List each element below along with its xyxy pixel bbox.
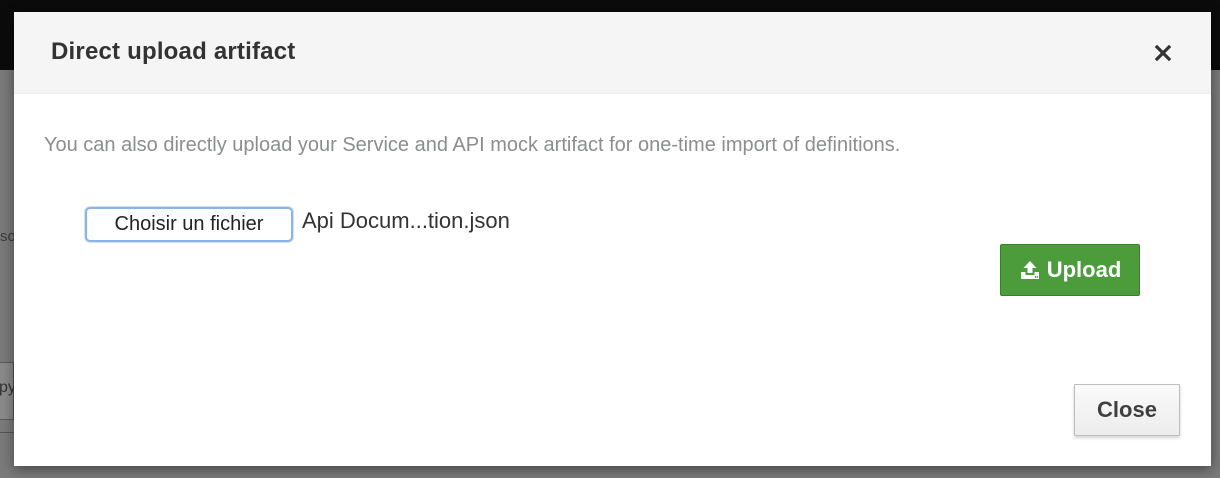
- dialog-header: Direct upload artifact: [14, 12, 1211, 94]
- upload-icon: [1019, 259, 1041, 281]
- upload-description: You can also directly upload your Servic…: [44, 134, 901, 156]
- selected-file-name: Api Docum...tion.json: [302, 208, 510, 233]
- choose-file-button[interactable]: Choisir un fichier: [85, 207, 293, 242]
- upload-dialog: Direct upload artifact You can also dire…: [14, 12, 1211, 466]
- upload-button[interactable]: Upload: [1000, 244, 1140, 296]
- upload-button-label: Upload: [1046, 257, 1122, 282]
- background-text-fragment: so: [0, 228, 14, 258]
- close-button[interactable]: Close: [1074, 384, 1180, 436]
- close-icon[interactable]: [1152, 42, 1174, 64]
- background-divider: [0, 432, 14, 433]
- background-input-fragment: py: [0, 362, 16, 420]
- background-text: so: [0, 228, 14, 245]
- dialog-title: Direct upload artifact: [51, 38, 296, 65]
